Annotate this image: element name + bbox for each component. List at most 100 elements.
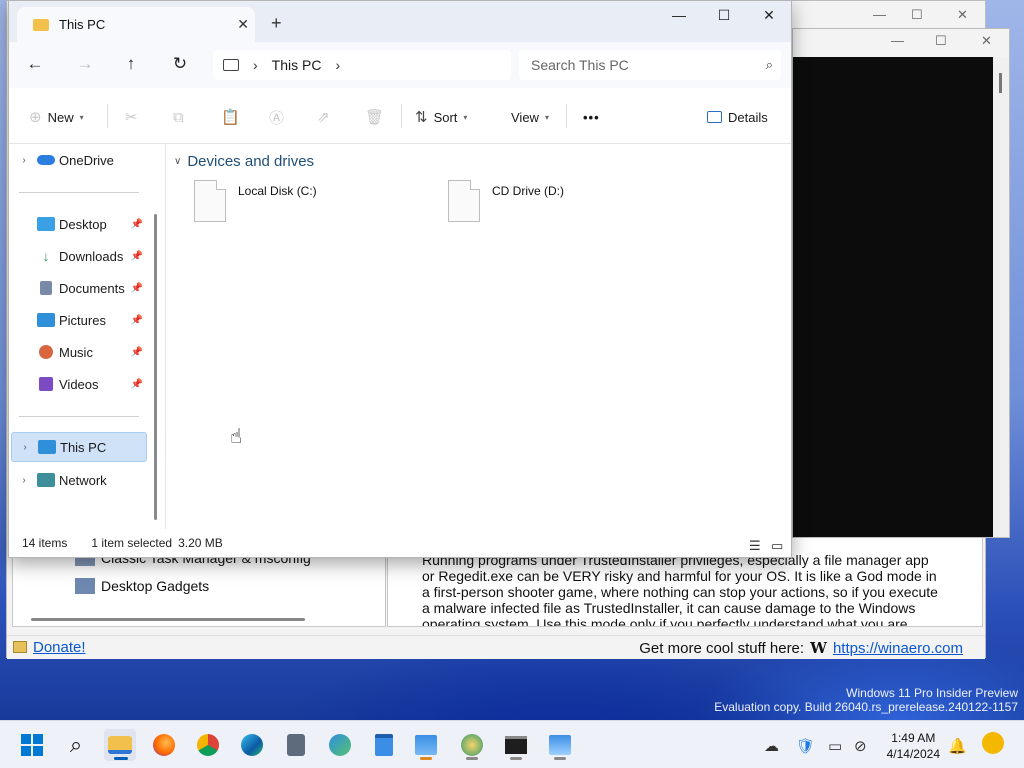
winaero-website-link[interactable]: https://winaero.com (833, 640, 963, 657)
windows-logo-icon (21, 734, 43, 756)
clock-date: 4/14/2024 (886, 747, 940, 761)
chevron-right-icon[interactable]: › (11, 155, 37, 166)
watermark-line-1: Windows 11 Pro Insider Preview (846, 686, 1018, 700)
console-screen[interactable] (793, 57, 995, 537)
donate-link[interactable]: Donate! (33, 639, 86, 656)
insider-pre-badge-icon[interactable] (982, 732, 1004, 758)
sort-button[interactable]: ⇅ Sort ▾ (415, 106, 467, 128)
taskbar-app-installer[interactable] (410, 729, 442, 761)
new-tab-button[interactable]: + (271, 13, 282, 34)
hand-pointer-cursor: ☝ (230, 426, 243, 448)
drive-item-local-disk[interactable]: Local Disk (C:) (194, 180, 317, 222)
system-clock[interactable]: 1:49 AM 4/14/2024 (887, 730, 940, 762)
sidebar-item-pictures[interactable]: Pictures 📌 (11, 305, 147, 335)
console-close-button[interactable]: ✕ (981, 33, 992, 49)
videos-icon (39, 377, 53, 391)
taskbar-app-tweaker[interactable] (456, 729, 488, 761)
file-explorer-window[interactable]: This PC ✕ + — ☐ ✕ ← → ↑ ↻ › This PC › ⌕ … (8, 0, 792, 558)
taskbar-edge[interactable] (236, 729, 268, 761)
navigation-pane[interactable]: › OneDrive Desktop 📌 ↓ Downloads 📌 Docum… (9, 144, 165, 529)
console-maximize-button[interactable]: ☐ (935, 33, 947, 49)
drive-item-cd-drive[interactable]: CD Drive (D:) (448, 180, 564, 222)
command-bar: ⊕ New ▾ ✂ ⧉ 📋 Ⓐ ⇗ 🗑 ⇅ Sort ▾ View ▾ ••• … (9, 88, 791, 144)
taskbar-calculator[interactable] (280, 729, 312, 761)
minimize-button[interactable]: — (667, 7, 691, 27)
onedrive-tray-icon[interactable]: ☁ (764, 737, 779, 755)
breadcrumb-this-pc[interactable]: This PC (272, 57, 322, 73)
copy-icon[interactable]: ⧉ (173, 106, 184, 128)
status-bar: 14 items 1 item selected 3.20 MB ☰ ▭ (9, 529, 791, 557)
new-button[interactable]: ⊕ New ▾ (29, 106, 84, 128)
divider (19, 416, 139, 417)
winaero-close-button[interactable]: ✕ (957, 7, 968, 23)
close-tab-icon[interactable]: ✕ (237, 16, 249, 33)
file-list-pane[interactable]: ∨ Devices and drives Local Disk (C:) CD … (166, 144, 791, 529)
chevron-down-icon[interactable]: ∨ (174, 156, 181, 167)
sidebar-item-videos[interactable]: Videos 📌 (11, 369, 147, 399)
pin-icon: 📌 (130, 346, 143, 358)
sidebar-item-desktop[interactable]: Desktop 📌 (11, 209, 147, 239)
cut-icon[interactable]: ✂ (125, 106, 138, 128)
back-arrow-icon[interactable]: ← (23, 54, 47, 76)
network-icon (37, 473, 55, 487)
sidebar-item-this-pc[interactable]: › This PC (11, 432, 147, 462)
rename-icon[interactable]: Ⓐ (269, 106, 284, 128)
forward-arrow-icon[interactable]: → (73, 54, 97, 76)
taskbar-app-globe[interactable] (324, 729, 356, 761)
group-header-devices-and-drives[interactable]: ∨ Devices and drives (174, 153, 314, 170)
divider (107, 104, 108, 128)
chevron-right-icon[interactable]: › (253, 57, 258, 73)
chevron-right-icon[interactable]: › (11, 475, 37, 486)
taskbar-search-button[interactable]: ⌕ (60, 729, 92, 761)
close-button[interactable]: ✕ (757, 7, 781, 27)
tree-item-desktop-gadgets[interactable]: Desktop Gadgets (75, 578, 209, 594)
sidebar-scrollbar[interactable] (154, 214, 157, 520)
search-box[interactable]: ⌕ (519, 50, 781, 80)
maximize-button[interactable]: ☐ (712, 7, 736, 27)
view-button[interactable]: View ▾ (511, 106, 549, 128)
taskbar-app-network-tool[interactable] (544, 729, 576, 761)
more-options-button[interactable]: ••• (583, 106, 600, 128)
up-arrow-icon[interactable]: ↑ (119, 54, 143, 76)
sidebar-item-network[interactable]: › Network (11, 465, 147, 495)
search-input[interactable] (531, 57, 741, 73)
delete-icon[interactable]: 🗑 (365, 106, 384, 128)
notification-bell-icon[interactable]: 🔔 (948, 737, 967, 755)
divider (566, 104, 567, 128)
tree-horizontal-scrollbar[interactable] (31, 618, 305, 621)
details-view-icon[interactable]: ☰ (749, 538, 761, 554)
chrome-icon (197, 734, 219, 756)
taskbar-notepad[interactable] (368, 729, 400, 761)
sidebar-item-music[interactable]: Music 📌 (11, 337, 147, 367)
taskbar-firefox[interactable] (148, 729, 180, 761)
console-scrollbar[interactable] (993, 57, 1009, 537)
tab-this-pc[interactable]: This PC ✕ (17, 7, 255, 42)
chevron-right-icon[interactable]: › (12, 442, 38, 453)
paste-icon[interactable]: 📋 (221, 106, 240, 128)
network-tool-icon (549, 735, 571, 755)
taskbar-chrome[interactable] (192, 729, 224, 761)
start-button[interactable] (16, 729, 48, 761)
network-disconnected-icon[interactable]: ⊘ (854, 737, 867, 755)
security-shield-icon[interactable]: 🛡 (796, 737, 815, 755)
console-minimize-button[interactable]: — (891, 33, 904, 48)
share-icon[interactable]: ⇗ (317, 106, 330, 128)
sidebar-item-onedrive[interactable]: › OneDrive (11, 145, 147, 175)
chevron-right-icon[interactable]: › (335, 57, 340, 73)
refresh-icon[interactable]: ↻ (168, 54, 192, 76)
address-bar[interactable]: › This PC › (213, 50, 511, 80)
winaero-minimize-button[interactable]: — (873, 7, 886, 22)
display-tray-icon[interactable]: ▭ (828, 737, 842, 755)
music-icon (39, 345, 53, 359)
winaero-footer: Donate! Get more cool stuff here: W http… (7, 635, 985, 659)
console-window[interactable]: — ☐ ✕ (792, 28, 1010, 538)
sidebar-item-documents[interactable]: Documents 📌 (11, 273, 147, 303)
search-icon[interactable]: ⌕ (766, 57, 773, 73)
details-button[interactable]: Details (707, 106, 768, 128)
large-icons-view-icon[interactable]: ▭ (771, 538, 783, 554)
navigation-bar: ← → ↑ ↻ › This PC › ⌕ (9, 42, 791, 88)
taskbar-file-explorer[interactable] (104, 729, 136, 761)
sidebar-item-downloads[interactable]: ↓ Downloads 📌 (11, 241, 147, 271)
taskbar-terminal[interactable] (500, 729, 532, 761)
winaero-maximize-button[interactable]: ☐ (911, 7, 923, 23)
